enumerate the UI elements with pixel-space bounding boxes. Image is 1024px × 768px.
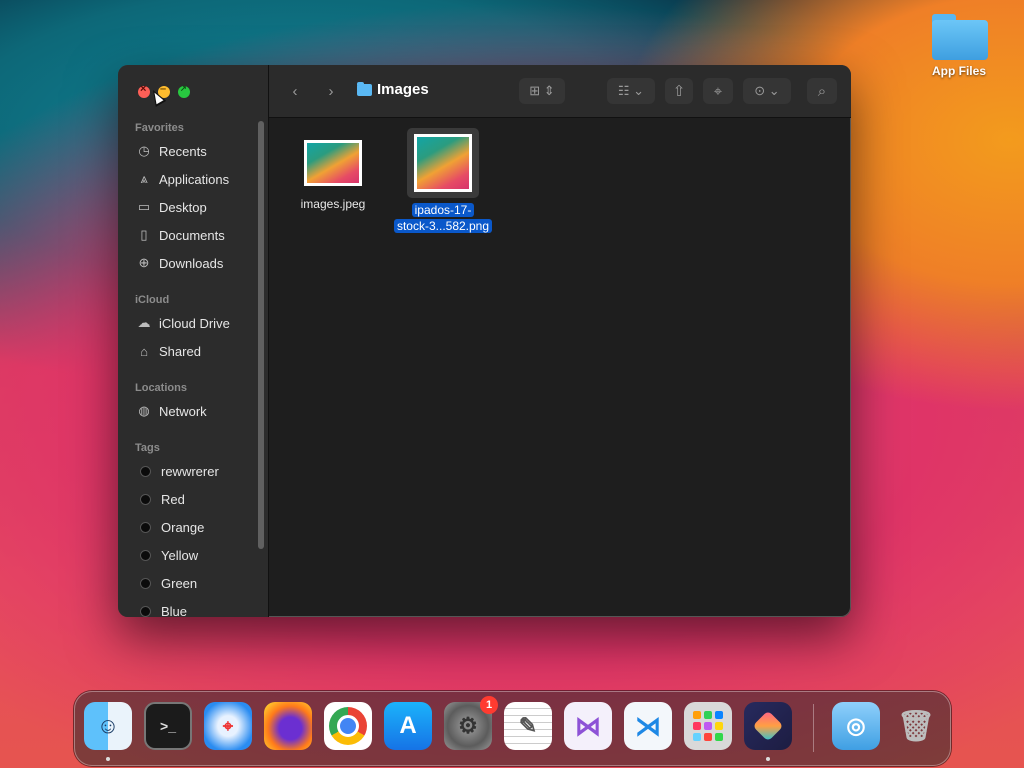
sidebar-tag-rewwrerer[interactable]: rewwrerer — [136, 460, 219, 482]
tag-dot-icon — [140, 493, 151, 505]
finder-window: Favorites ◷Recents ⩓Applications ▭Deskto… — [118, 65, 851, 617]
sidebar: Favorites ◷Recents ⩓Applications ▭Deskto… — [118, 65, 269, 617]
textedit-icon[interactable]: ✎ — [504, 702, 552, 750]
more-actions-button[interactable]: ⊙ ⌄ — [743, 78, 791, 104]
search-icon: ⌕ — [817, 82, 827, 100]
system-settings-icon[interactable]: ⚙ 1 — [444, 696, 498, 750]
vscode-icon[interactable]: ⋊ — [624, 702, 672, 750]
dock: ☺ >_ ⌖ A ⚙ 1 ✎ ⋈ ⋊ ◎ 🗑 — [74, 691, 951, 766]
running-indicator — [106, 757, 110, 761]
sidebar-item-desktop[interactable]: ▭ Desktop — [136, 196, 207, 218]
sidebar-item-applications[interactable]: ⩓ Applications — [136, 168, 229, 190]
sidebar-tag-yellow[interactable]: Yellow — [136, 544, 198, 566]
view-mode-button[interactable]: ⊞ ⇕ — [519, 78, 565, 104]
sidebar-tag-green[interactable]: Green — [136, 572, 197, 594]
sidebar-section-tags: Tags — [135, 442, 160, 454]
tag-dot-icon — [140, 465, 151, 477]
sidebar-item-downloads[interactable]: ⊕ Downloads — [136, 252, 224, 274]
file-item-ipados-png[interactable]: ipados-17- stock-3...582.png — [388, 128, 498, 234]
chevron-left-icon: ‹ — [292, 82, 298, 100]
firefox-icon[interactable] — [264, 702, 312, 750]
search-button[interactable]: ⌕ — [807, 78, 837, 104]
file-item-images-jpeg[interactable]: images.jpeg — [278, 140, 388, 212]
terminal-icon[interactable]: >_ — [144, 702, 192, 750]
sidebar-section-locations: Locations — [135, 382, 187, 394]
sidebar-item-recents[interactable]: ◷ Recents — [136, 140, 206, 162]
finder-icon[interactable]: ☺ — [84, 702, 132, 750]
clock-icon: ◷ — [138, 143, 150, 158]
group-by-button[interactable]: ☷ ⌄ — [607, 78, 655, 104]
folder-icon — [357, 81, 372, 96]
tag-dot-icon — [140, 549, 151, 561]
download-icon: ⊕ — [138, 255, 150, 270]
visual-studio-icon[interactable]: ⋈ — [564, 702, 612, 750]
sidebar-tag-red[interactable]: Red — [136, 488, 185, 510]
file-name: images.jpeg — [300, 197, 366, 211]
desktop-folder-app-files[interactable]: App Files — [924, 12, 994, 78]
applications-icon: ⩓ — [140, 171, 148, 186]
sidebar-section-icloud: iCloud — [135, 294, 170, 306]
zoom-button[interactable] — [178, 84, 190, 98]
forward-button[interactable]: › — [317, 78, 345, 104]
share-icon: ⇧ — [672, 83, 686, 100]
selection-highlight — [407, 128, 479, 198]
folder-icon — [930, 12, 988, 62]
tags-button[interactable]: ⌖ — [703, 78, 733, 104]
sidebar-item-shared[interactable]: ⌂ Shared — [136, 340, 201, 362]
sidebar-item-network[interactable]: ◍ Network — [136, 400, 206, 422]
group-icon: ☷ ⌄ — [617, 83, 645, 98]
desktop-icon: ▭ — [137, 199, 151, 214]
sidebar-item-documents[interactable]: ▯ Documents — [136, 224, 224, 246]
safari-icon[interactable]: ⌖ — [204, 702, 252, 750]
chevron-right-icon: › — [328, 82, 334, 100]
globe-icon: ◍ — [138, 403, 150, 418]
document-icon: ▯ — [140, 227, 148, 242]
trash-icon[interactable]: 🗑 — [892, 702, 940, 750]
image-thumbnail — [304, 140, 362, 186]
sidebar-tag-blue[interactable]: Blue — [136, 600, 187, 617]
shared-folder-icon: ⌂ — [140, 343, 148, 359]
tag-dot-icon — [140, 577, 151, 589]
icon-grid-icon: ⊞ ⇕ — [529, 83, 555, 98]
chrome-icon[interactable] — [324, 702, 372, 750]
tag-dot-icon — [140, 521, 151, 533]
downloads-folder-icon[interactable]: ◎ — [832, 702, 880, 750]
dock-separator — [813, 704, 814, 752]
notification-badge: 1 — [480, 696, 498, 714]
image-thumbnail — [414, 134, 472, 192]
running-indicator — [766, 757, 770, 761]
ellipsis-circle-icon: ⊙ ⌄ — [754, 83, 780, 98]
sidebar-item-icloud-drive[interactable]: ☁ iCloud Drive — [136, 312, 230, 334]
launchpad-icon[interactable] — [684, 702, 732, 750]
sidebar-scrollbar[interactable] — [258, 121, 264, 549]
cloud-icon: ☁ — [137, 315, 151, 330]
back-button[interactable]: ‹ — [281, 78, 309, 104]
sidebar-section-favorites: Favorites — [135, 122, 184, 134]
tag-dot-icon — [140, 605, 151, 617]
file-name: ipados-17- stock-3...582.png — [388, 202, 498, 234]
tag-icon: ⌖ — [713, 82, 723, 100]
share-button[interactable]: ⇧ — [665, 78, 693, 104]
folder-title: Images — [357, 81, 429, 98]
shortcuts-icon[interactable] — [744, 702, 792, 750]
sidebar-tag-orange[interactable]: Orange — [136, 516, 204, 538]
desktop-folder-label: App Files — [931, 64, 986, 78]
app-store-icon[interactable]: A — [384, 702, 432, 750]
toolbar: ‹ › Images ⊞ ⇕ ☷ ⌄ ⇧ ⌖ ⊙ ⌄ ⌕ — [269, 65, 851, 118]
